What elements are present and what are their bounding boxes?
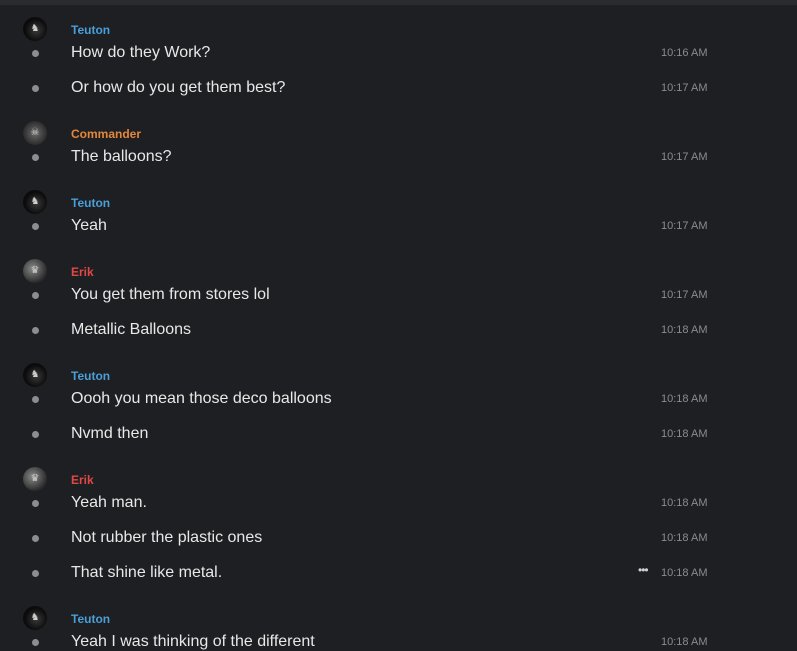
avatar-teuton[interactable]: ♞ — [23, 606, 47, 630]
message-timestamp: 10:18 AM — [661, 324, 708, 336]
message-timestamp: 10:18 AM — [661, 428, 708, 440]
message-bullet — [32, 535, 39, 542]
message-timestamp: 10:16 AM — [661, 47, 708, 59]
message-timestamp: 10:17 AM — [661, 151, 708, 163]
avatar-figure-icon: ♛ — [30, 473, 40, 484]
message-text: Or how do you get them best? — [71, 79, 286, 96]
message-text: Yeah I was thinking of the different — [71, 633, 315, 650]
message-text: That shine like metal. — [71, 564, 223, 581]
message-text: You get them from stores lol — [71, 286, 270, 303]
message-text: Yeah man. — [71, 494, 147, 511]
avatar-figure-icon: ♞ — [30, 23, 40, 34]
message-timestamp: 10:18 AM — [661, 393, 708, 405]
message-bullet — [32, 396, 39, 403]
author-name-teuton[interactable]: Teuton — [71, 612, 110, 626]
message-timestamp: 10:18 AM — [661, 636, 708, 648]
avatar-commander[interactable]: ☠ — [23, 121, 47, 145]
message-text: Nvmd then — [71, 425, 149, 442]
avatar-figure-icon: ♞ — [30, 196, 40, 207]
message-bullet — [32, 292, 39, 299]
message-bullet — [32, 154, 39, 161]
message-timestamp: 10:18 AM — [661, 532, 708, 544]
message-timestamp: 10:17 AM — [661, 289, 708, 301]
message-text: Metallic Balloons — [71, 321, 192, 338]
avatar-figure-icon: ☠ — [30, 127, 40, 138]
message-timestamp: 10:18 AM — [661, 497, 708, 509]
chat-message-list[interactable]: ♞ Teuton How do they Work? 10:16 AM Or h… — [0, 5, 797, 650]
avatar-erik[interactable]: ♛ — [23, 467, 47, 491]
message-bullet — [32, 223, 39, 230]
author-name-erik[interactable]: Erik — [71, 473, 94, 487]
message-bullet — [32, 639, 39, 646]
message-text: Oooh you mean those deco balloons — [71, 390, 332, 407]
message-timestamp: 10:17 AM — [661, 82, 708, 94]
message-bullet — [32, 50, 39, 57]
author-name-teuton[interactable]: Teuton — [71, 369, 110, 383]
author-name-erik[interactable]: Erik — [71, 265, 94, 279]
avatar-teuton[interactable]: ♞ — [23, 190, 47, 214]
message-bullet — [32, 85, 39, 92]
avatar-teuton[interactable]: ♞ — [23, 17, 47, 41]
avatar-teuton[interactable]: ♞ — [23, 363, 47, 387]
avatar-erik[interactable]: ♛ — [23, 259, 47, 283]
message-text: The balloons? — [71, 148, 172, 165]
author-name-commander[interactable]: Commander — [71, 127, 141, 141]
message-bullet — [32, 500, 39, 507]
message-bullet — [32, 327, 39, 334]
message-bullet — [32, 431, 39, 438]
author-name-teuton[interactable]: Teuton — [71, 23, 110, 37]
message-timestamp: 10:17 AM — [661, 220, 708, 232]
message-text: Yeah — [71, 217, 107, 234]
message-bullet — [32, 570, 39, 577]
author-name-teuton[interactable]: Teuton — [71, 196, 110, 210]
message-text: Not rubber the plastic ones — [71, 529, 263, 546]
avatar-figure-icon: ♛ — [30, 265, 40, 276]
avatar-figure-icon: ♞ — [30, 612, 40, 623]
message-text: How do they Work? — [71, 44, 211, 61]
avatar-figure-icon: ♞ — [30, 369, 40, 380]
message-timestamp: 10:18 AM — [661, 567, 708, 579]
ellipsis-icon[interactable]: ••• — [638, 563, 649, 577]
